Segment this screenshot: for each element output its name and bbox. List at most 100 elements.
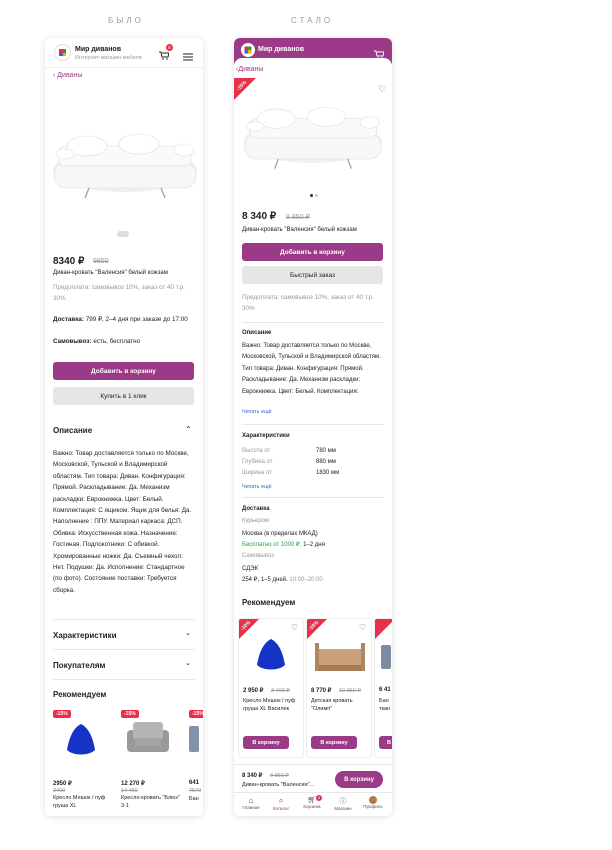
courier-label: Курьером xyxy=(242,518,270,524)
card-price: 12 270 ₽ xyxy=(121,781,145,787)
prepay-info: Предоплата: самовывоз 10%, заказ от 40 т… xyxy=(242,294,374,313)
bean-bag-image xyxy=(257,639,285,670)
description-heading[interactable]: Описание xyxy=(53,426,92,435)
home-icon: ⌂ xyxy=(248,796,254,805)
gallery-dot[interactable] xyxy=(315,194,318,197)
old-price: 9850 xyxy=(93,258,109,265)
card-name: Кресло Мешок / пуф груша XL xyxy=(53,795,106,809)
specs-heading: Характеристики xyxy=(242,433,290,439)
spec-label: Ширина от xyxy=(242,470,272,476)
description-heading: Описание xyxy=(242,330,272,336)
nav-catalog[interactable]: ⌕ Каталог xyxy=(268,796,294,811)
add-to-cart-button[interactable]: Добавить в корзину xyxy=(242,243,383,261)
chevron-left-icon: ‹ xyxy=(53,72,56,79)
specs-heading[interactable]: Характеристики xyxy=(53,631,117,640)
logo[interactable] xyxy=(54,44,71,61)
product-card[interactable]: 6 41 Бан ткан В xyxy=(374,618,392,758)
back-link[interactable]: ‹ Диваны xyxy=(53,72,82,79)
card-old-price: 3 400 ₽ xyxy=(271,688,290,694)
sticky-old-price: 9 850 ₽ xyxy=(270,773,289,779)
brand-subtitle: Интернет-магазин мебели xyxy=(75,55,142,61)
recommend-heading: Рекомендуем xyxy=(53,690,107,699)
product-card[interactable]: -15% 12 270 ₽ 14 450 Кресло-кровать "Блю… xyxy=(117,706,181,816)
card-price: 2950 ₽ xyxy=(53,781,72,787)
old-product-screen: Мир диванов Интернет-магазин мебели 8 ‹ … xyxy=(45,38,203,816)
card-old-price: 10 350 ₽ xyxy=(339,688,361,694)
heart-icon[interactable]: ♡ xyxy=(291,623,298,632)
prepay-info: Предоплата: самовывоз 10%, заказ от 40 т… xyxy=(53,284,185,303)
product-card[interactable]: -10% ♡ 8 770 ₽ 10 350 ₽ Детская кровать … xyxy=(306,618,372,758)
nav-cart-count: 3 xyxy=(316,795,322,801)
catalog-icon: ⌕ xyxy=(278,796,284,805)
sticky-product-name: Диван-кровать "Валенсия"... xyxy=(242,782,315,788)
nav-shop[interactable]: ⓘ Магазин xyxy=(330,796,356,811)
description-text: Важно: Товар доставляется только по Моск… xyxy=(53,450,192,594)
pickup-terms: 254 ₽, 1–5 дней. 10:00–20:00 xyxy=(242,577,323,583)
sofa-image xyxy=(381,645,391,669)
card-add-to-cart-button[interactable]: В xyxy=(379,736,392,749)
card-name: Детская кровать "Олимп" xyxy=(311,698,353,712)
card-name: Бан ткан xyxy=(379,698,391,712)
card-price: 6 41 xyxy=(379,687,391,693)
chevron-down-icon[interactable]: ⌄ xyxy=(185,659,191,667)
product-title: Диван-кровать "Валенсия" белый кожзам xyxy=(242,227,357,233)
kids-bed-image xyxy=(315,643,365,671)
nav-profile[interactable]: Профиль xyxy=(360,796,386,809)
back-label: Диваны xyxy=(238,66,264,73)
read-more-link[interactable]: Читать ещё xyxy=(242,484,272,490)
pickup-point: СДЭК xyxy=(242,566,259,572)
delivery-heading: Доставка xyxy=(242,506,270,512)
product-card[interactable]: -15% 641 7570 Бан xyxy=(185,706,203,816)
cart-icon[interactable] xyxy=(374,46,385,64)
product-card[interactable]: -10% ♡ 2 950 ₽ 3 400 ₽ Кресло Мешок / пу… xyxy=(238,618,304,758)
gallery-dot-active[interactable] xyxy=(310,194,313,197)
heart-icon[interactable]: ♡ xyxy=(378,84,386,95)
discount-badge: -15% xyxy=(189,710,203,718)
back-link[interactable]: ‹Диваны xyxy=(236,66,263,73)
price: 8340 ₽ xyxy=(53,256,85,267)
card-price: 8 770 ₽ xyxy=(311,688,332,694)
read-more-link[interactable]: Читать ещё xyxy=(242,409,272,415)
spec-value: 880 мм xyxy=(316,459,336,465)
product-image[interactable] xyxy=(49,124,201,202)
card-add-to-cart-button[interactable]: В корзину xyxy=(243,736,289,749)
menu-icon[interactable] xyxy=(183,48,193,66)
heart-icon[interactable]: ♡ xyxy=(359,623,366,632)
cart-count: 8 xyxy=(166,44,173,51)
brand-name: Мир диванов xyxy=(258,46,305,53)
spec-label: Глубина от xyxy=(242,459,273,465)
card-price: 641 xyxy=(189,780,200,786)
pickup-info: Самовывоз: есть, бесплатно xyxy=(53,338,141,345)
add-to-cart-button[interactable]: Добавить в корзину xyxy=(53,362,194,380)
product-image[interactable] xyxy=(240,96,386,174)
after-caption: СТАЛО xyxy=(291,16,334,25)
armchair-image xyxy=(127,722,169,752)
buyers-heading[interactable]: Покупателям xyxy=(53,661,105,670)
brand-name: Мир диванов xyxy=(75,46,122,53)
nav-home[interactable]: ⌂ Главная xyxy=(238,796,264,810)
quick-order-button[interactable]: Быстрый заказ xyxy=(242,266,383,284)
card-name: Кресло Мешок / пуф груша XL Василек xyxy=(243,698,296,712)
recommend-heading: Рекомендуем xyxy=(242,598,296,607)
sticky-price: 8 340 ₽ xyxy=(242,773,263,779)
spec-value: 1830 мм xyxy=(316,470,340,476)
product-title: Диван-кровать "Валенсия" белый кожзам xyxy=(53,270,168,276)
courier-city: Москва (в пределах МКАД) xyxy=(242,531,318,537)
spec-label: Высота от xyxy=(242,448,271,454)
buy-one-click-button[interactable]: Купить в 1 клик xyxy=(53,387,194,405)
avatar xyxy=(369,796,377,804)
price: 8 340 ₽ xyxy=(242,211,277,222)
new-product-screen: Мир диванов ‹Диваны -15% ♡ 8 340 ₽ 8 850… xyxy=(234,38,392,816)
card-name: Бан xyxy=(189,796,199,802)
card-name: Кресло-кровать "Блюз" 3-1 xyxy=(121,795,180,809)
old-price: 8 850 ₽ xyxy=(286,214,310,221)
discount-badge: -15% xyxy=(121,710,139,718)
logo[interactable] xyxy=(241,43,255,57)
chevron-up-icon[interactable]: ⌃ xyxy=(185,425,192,434)
gallery-dots[interactable] xyxy=(117,231,129,237)
card-add-to-cart-button[interactable]: В корзину xyxy=(311,736,357,749)
chevron-down-icon[interactable]: ⌄ xyxy=(185,629,191,637)
product-card[interactable]: -15% 2950 ₽ 3400 Кресло Мешок / пуф груш… xyxy=(49,706,113,816)
courier-terms: Бесплатно от 1000 ₽, 1–2 дня xyxy=(242,542,325,548)
sticky-add-to-cart-button[interactable]: В корзину xyxy=(335,771,383,788)
